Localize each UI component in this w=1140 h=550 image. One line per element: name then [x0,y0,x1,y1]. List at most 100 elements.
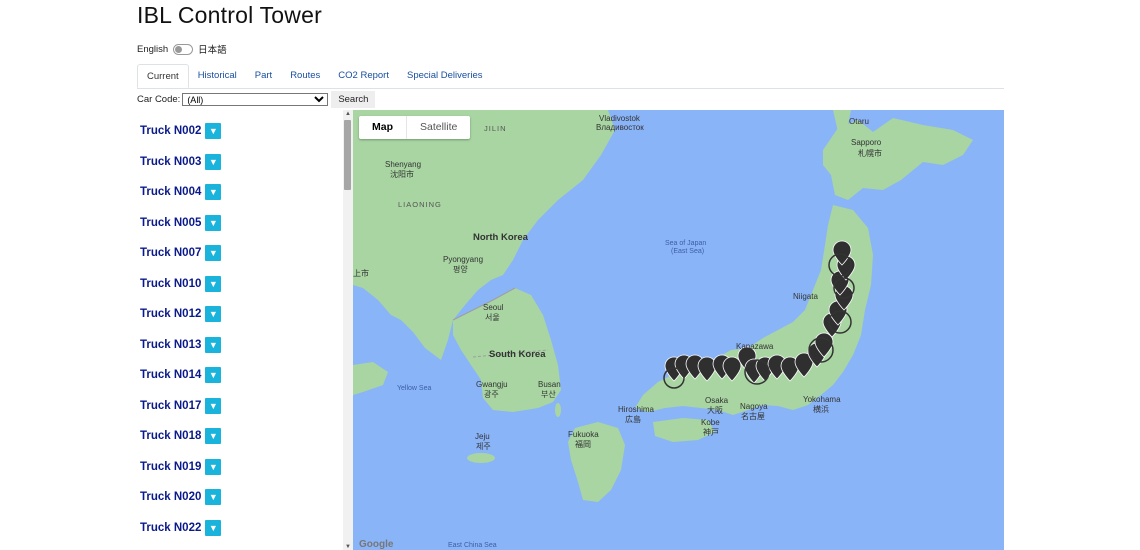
truck-link[interactable]: Truck N019 [140,461,201,473]
expand-arrow-icon[interactable]: ▼ [205,245,222,261]
page-title: IBL Control Tower [137,2,322,28]
expand-arrow-icon[interactable]: ▼ [205,367,222,383]
car-code-select[interactable]: (All) [182,92,329,106]
expand-arrow-icon[interactable]: ▼ [205,428,222,444]
map-canvas [353,110,973,502]
map-label: 福岡 [575,440,591,449]
map-label: Yokohama [803,395,841,404]
truck-item[interactable]: Truck N018 ▼ [140,428,222,444]
map-label: Kanazawa [736,342,774,351]
map-view[interactable]: Map Satellite JILIN Vladivostok Владивос… [353,110,1004,550]
map-label: JILIN [484,124,507,133]
tab-co2-report[interactable]: CO2 Report [329,64,398,88]
map-label: 서울 [485,313,500,322]
truck-link[interactable]: Truck N005 [140,217,201,229]
truck-link[interactable]: Truck N017 [140,400,201,412]
map-label: Hiroshima [618,405,655,414]
map-label: Otaru [849,117,870,126]
expand-arrow-icon[interactable]: ▼ [205,306,222,322]
tab-routes[interactable]: Routes [281,64,329,88]
truck-link[interactable]: Truck N004 [140,186,201,198]
truck-item[interactable]: Truck N014 ▼ [140,367,222,383]
land-hokkaido [823,118,973,200]
expand-arrow-icon[interactable]: ▼ [205,214,222,231]
car-code-filter: Car Code: (All) Search [137,90,376,108]
truck-link[interactable]: Truck N020 [140,491,201,503]
map-label: Shenyang [385,160,422,169]
expand-arrow-icon[interactable]: ▼ [205,123,222,139]
map-label: 広島 [625,415,641,424]
scroll-up-icon[interactable]: ▲ [345,111,351,117]
expand-arrow-icon[interactable]: ▼ [205,275,222,292]
truck-item[interactable]: Truck N020 ▼ [140,489,222,505]
truck-link[interactable]: Truck N012 [140,308,201,320]
truck-item[interactable]: Truck N007 ▼ [140,245,222,261]
land-shandong [353,362,388,395]
truck-item[interactable]: Truck N002 ▼ [140,123,222,139]
language-english-label: English [137,43,169,55]
expand-arrow-icon[interactable]: ▼ [205,153,222,170]
map-label: 上市 [353,269,369,278]
map-label: 沈阳市 [390,170,414,179]
map-label: 横浜 [813,405,829,414]
search-button[interactable]: Search [331,90,376,108]
truck-item[interactable]: Truck N010 ▼ [140,275,222,292]
tab-special-deliveries[interactable]: Special Deliveries [398,64,492,88]
truck-link[interactable]: Truck N007 [140,247,201,259]
expand-arrow-icon[interactable]: ▼ [205,519,222,536]
truck-item[interactable]: Truck N004 ▼ [140,184,222,200]
map-label: Sapporo [851,138,882,147]
map-label: LIAONING [398,200,442,209]
map-label: Fukuoka [568,430,599,439]
land-tsushima [555,403,561,417]
truck-link[interactable]: Truck N002 [140,125,201,137]
truck-item[interactable]: Truck N022 ▼ [140,519,222,536]
expand-arrow-icon[interactable]: ▼ [205,336,222,353]
truck-link[interactable]: Truck N010 [140,278,201,290]
expand-arrow-icon[interactable]: ▼ [205,397,222,414]
map-label: Osaka [705,396,729,405]
map-label: 名古屋 [741,412,765,421]
truck-link[interactable]: Truck N003 [140,156,201,168]
scrollbar-thumb[interactable] [344,120,351,190]
map-label: Busan [538,380,561,389]
map-label: Nagoya [740,402,768,411]
truck-item[interactable]: Truck N013 ▼ [140,336,222,353]
land-jeju [467,453,495,463]
map-label: 광주 [484,390,499,399]
language-japanese-label: 日本語 [198,45,227,56]
map-label: 제주 [476,442,491,451]
truck-link[interactable]: Truck N018 [140,430,201,442]
truck-link[interactable]: Truck N013 [140,339,201,351]
map-label: 札幌市 [858,149,882,158]
tab-current[interactable]: Current [137,64,189,88]
map-label: South Korea [489,349,546,360]
language-toggle[interactable] [173,43,194,55]
google-logo: Google [359,539,394,550]
map-label: Vladivostok [599,114,640,123]
expand-arrow-icon[interactable]: ▼ [205,489,222,505]
map-label: Kobe [701,418,720,427]
map-label: Jeju [475,432,490,441]
truck-link[interactable]: Truck N022 [140,522,201,534]
map-type-satellite-button[interactable]: Satellite [407,116,470,139]
scroll-down-icon[interactable]: ▼ [345,544,351,550]
tab-part[interactable]: Part [246,64,281,88]
truck-item[interactable]: Truck N017 ▼ [140,397,222,414]
map-label: 神戸 [703,428,719,437]
expand-arrow-icon[interactable]: ▼ [205,458,222,475]
expand-arrow-icon[interactable]: ▼ [205,184,222,200]
truck-item[interactable]: Truck N019 ▼ [140,458,222,475]
truck-item[interactable]: Truck N005 ▼ [140,214,222,231]
truck-list-scrollbar[interactable]: ▲ ▼ [343,110,353,550]
tab-bar: Current Historical Part Routes CO2 Repor… [137,64,1004,89]
tab-historical[interactable]: Historical [189,64,246,88]
truck-link[interactable]: Truck N014 [140,369,201,381]
map-type-map-button[interactable]: Map [359,116,407,139]
car-code-label: Car Code: [137,93,181,105]
map-label: North Korea [473,232,528,243]
truck-item[interactable]: Truck N012 ▼ [140,306,222,322]
map-label: 부산 [541,390,556,399]
truck-item[interactable]: Truck N003 ▼ [140,153,222,170]
language-switch: English 日本語 [137,42,227,56]
